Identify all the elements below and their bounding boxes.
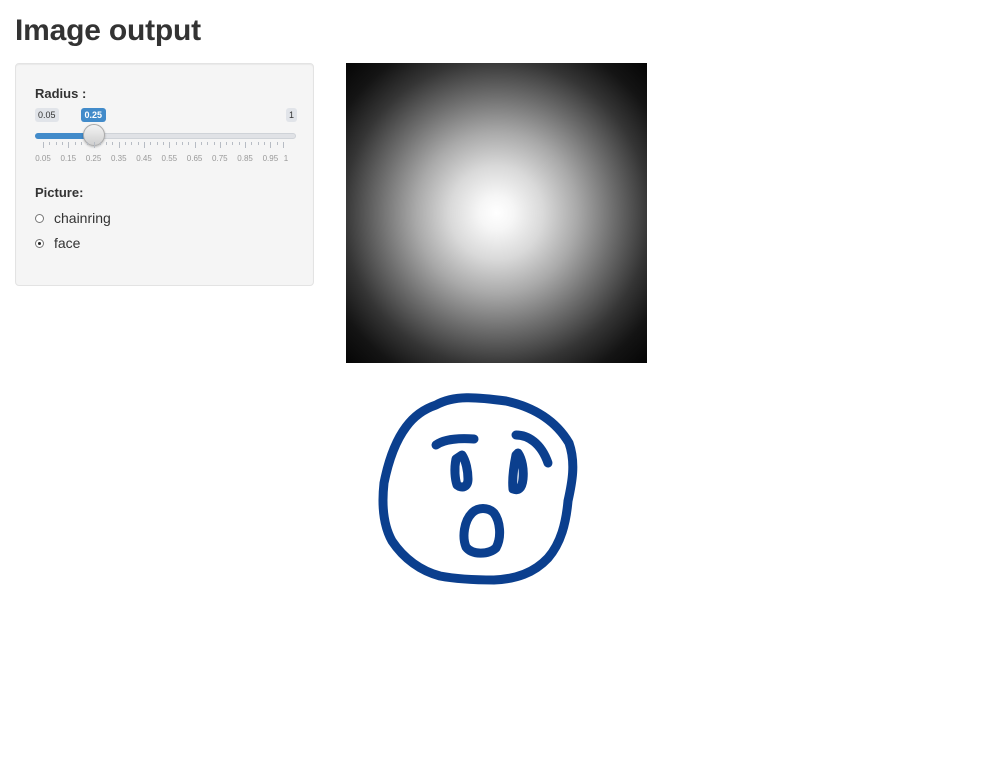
radio-label-chainring: chainring xyxy=(54,210,111,226)
slider-value-badge: 0.25 xyxy=(80,108,107,122)
slider-tick-minor xyxy=(156,142,158,145)
slider-tick-minor xyxy=(99,142,101,145)
slider-tick-label: 0.05 xyxy=(35,154,51,163)
right-eye xyxy=(508,448,528,495)
picture-label: Picture: xyxy=(35,185,84,200)
slider-tick-minor xyxy=(181,142,183,145)
sidebar-panel: Radius : 0.05 1 0.25 0.05 0.15 0.25 0.35 0.4… xyxy=(15,63,314,286)
slider-tick-label: 0.35 xyxy=(110,154,127,163)
slider-tick-minor xyxy=(137,142,139,145)
slider-tick-minor xyxy=(87,142,89,145)
slider-tick-minor xyxy=(251,142,253,145)
slider-tick-minor xyxy=(200,142,202,145)
slider-tick-label: 0.85 xyxy=(237,154,253,163)
radio-option-chainring[interactable]: chainring xyxy=(35,209,111,227)
radius-label: Radius : xyxy=(35,86,87,101)
slider-tick-minor xyxy=(175,142,177,145)
slider-tick-minor xyxy=(93,142,95,145)
slider-tick-minor xyxy=(245,142,247,145)
slider-tick-minor xyxy=(213,142,215,145)
radio-option-face[interactable]: face xyxy=(35,234,80,252)
radio-label-face: face xyxy=(54,235,81,251)
slider-tick-minor xyxy=(276,142,278,145)
slider-tick-minor xyxy=(257,142,259,145)
slider-tick-minor xyxy=(194,142,196,145)
slider-max-badge: 1 xyxy=(285,108,297,122)
slider-tick-minor xyxy=(43,142,44,145)
surprised-face-drawing xyxy=(378,393,578,585)
slider-tick-minor xyxy=(131,142,133,145)
page-title: Image output xyxy=(15,14,201,47)
radius-slider[interactable]: 0.05 1 0.25 0.05 0.15 0.25 0.35 0.45 0.55 0.65… xyxy=(35,108,297,168)
slider-tick-minor xyxy=(188,142,190,145)
slider-tick-minor xyxy=(270,142,272,145)
slider-tick-minor xyxy=(68,142,70,145)
slider-tick-minor xyxy=(74,142,76,145)
slider-tick-label: 0.95 xyxy=(262,154,279,163)
slider-tick-minor xyxy=(61,142,63,145)
slider-tick-minor xyxy=(125,142,127,145)
mouth xyxy=(459,504,505,558)
slider-tick-minor xyxy=(163,142,164,145)
slider-min-badge: 0.05 xyxy=(35,108,59,122)
slider-tick-label: 0.45 xyxy=(136,154,152,163)
slider-tick-minor xyxy=(118,142,120,145)
slider-tick-minor xyxy=(226,142,228,145)
slider-tick-label: 0.75 xyxy=(212,154,228,163)
slider-tick-minor xyxy=(49,142,51,145)
slider-tick-minor xyxy=(55,142,57,145)
slider-tick-label: 0.15 xyxy=(60,154,77,163)
radio-button-icon[interactable] xyxy=(35,213,44,223)
slider-tick-minor xyxy=(238,142,240,145)
slider-tick-label: 0.25 xyxy=(85,154,102,163)
slider-tick-minor xyxy=(106,142,108,145)
slider-tick-minor xyxy=(264,142,266,145)
slider-tick-minor xyxy=(80,142,82,145)
slider-tick-major xyxy=(283,142,284,148)
slider-tick-minor xyxy=(169,142,171,145)
radio-button-icon[interactable] xyxy=(35,238,44,248)
slider-tick-minor xyxy=(144,142,146,145)
slider-tick-label: 0.65 xyxy=(186,154,203,163)
slider-tick-label: 1 xyxy=(283,154,289,163)
slider-tick-minor xyxy=(150,142,152,145)
slider-tick-minor xyxy=(207,142,209,145)
radial-gradient-image xyxy=(346,63,647,363)
slider-tick-minor xyxy=(232,142,234,145)
slider-tick-label: 0.55 xyxy=(161,154,178,163)
slider-tick-minor xyxy=(112,142,114,145)
slider-tick-minor xyxy=(219,142,221,145)
left-eyebrow xyxy=(431,434,479,450)
left-eye xyxy=(450,450,473,492)
